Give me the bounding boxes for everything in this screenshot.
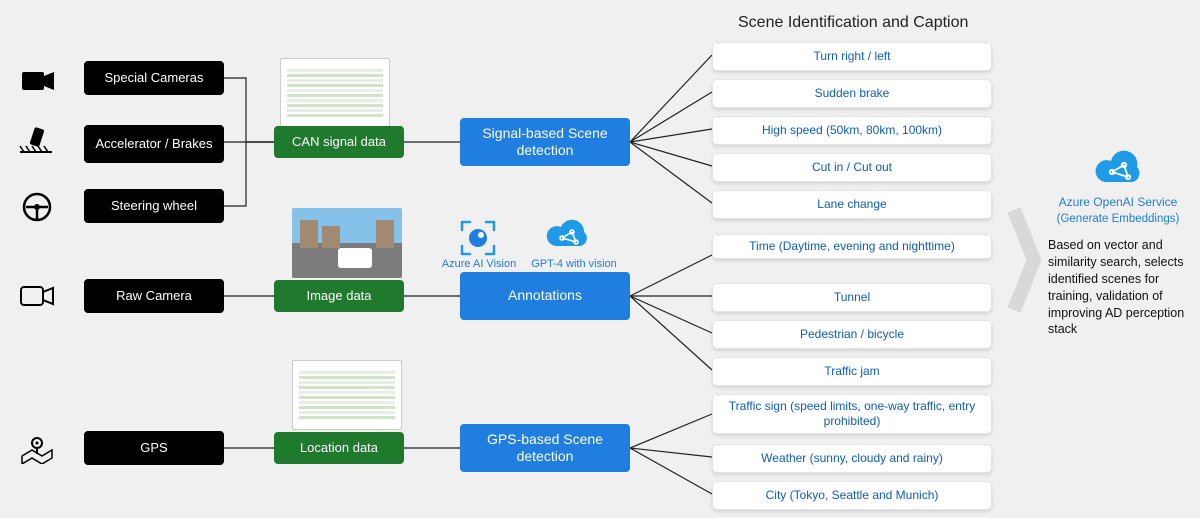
scene-turn: Turn right / left: [712, 42, 992, 71]
output-panel: Azure OpenAI Service (Generate Embedding…: [1048, 165, 1188, 338]
scene-sudden-brake: Sudden brake: [712, 79, 992, 108]
service-subtitle: (Generate Embeddings): [1048, 213, 1188, 225]
signal-scene-detection: Signal-based Scene detection: [460, 118, 630, 166]
service-description: Based on vector and similarity search, s…: [1048, 237, 1188, 338]
location-data-thumbnail: [292, 360, 402, 430]
scene-tunnel: Tunnel: [712, 283, 992, 312]
map-pin-icon: [20, 434, 54, 469]
input-steering-wheel: Steering wheel: [84, 189, 224, 223]
image-data: Image data: [274, 280, 404, 312]
scene-cut-in-out: Cut in / Cut out: [712, 153, 992, 182]
scene-traffic-jam: Traffic jam: [712, 357, 992, 386]
gps-scene-detection: GPS-based Scene detection: [460, 424, 630, 472]
input-accel-brakes: Accelerator / Brakes: [84, 125, 224, 163]
service-name: Azure OpenAI Service: [1048, 195, 1188, 209]
scene-traffic-sign: Traffic sign (speed limits, one-way traf…: [712, 394, 992, 434]
gpt4-vision-label: GPT-4 with vision: [524, 258, 624, 270]
scene-header: Scene Identification and Caption: [738, 14, 968, 32]
steering-wheel-icon: [22, 192, 52, 227]
scene-weather: Weather (sunny, cloudy and rainy): [712, 444, 992, 473]
scene-pedestrian: Pedestrian / bicycle: [712, 320, 992, 349]
camera-outline-icon: [20, 284, 54, 313]
pedal-icon: [18, 126, 54, 161]
input-raw-camera: Raw Camera: [84, 279, 224, 313]
scene-time: Time (Daytime, evening and nighttime): [712, 234, 992, 259]
annotations: Annotations: [460, 272, 630, 320]
scene-high-speed: High speed (50km, 80km, 100km): [712, 116, 992, 145]
image-data-thumbnail: [292, 208, 402, 278]
gpt4-vision-cloud-icon: [544, 218, 590, 259]
azure-ai-vision-label: Azure AI Vision: [440, 258, 518, 270]
scene-lane-change: Lane change: [712, 190, 992, 219]
input-gps: GPS: [84, 431, 224, 465]
scene-city: City (Tokyo, Seattle and Munich): [712, 481, 992, 510]
video-camera-icon: [22, 70, 54, 97]
location-data: Location data: [274, 432, 404, 464]
azure-ai-vision-icon: [458, 218, 498, 263]
input-special-cameras: Special Cameras: [84, 61, 224, 95]
can-signal-data: CAN signal data: [274, 126, 404, 158]
can-data-thumbnail: [280, 58, 390, 128]
